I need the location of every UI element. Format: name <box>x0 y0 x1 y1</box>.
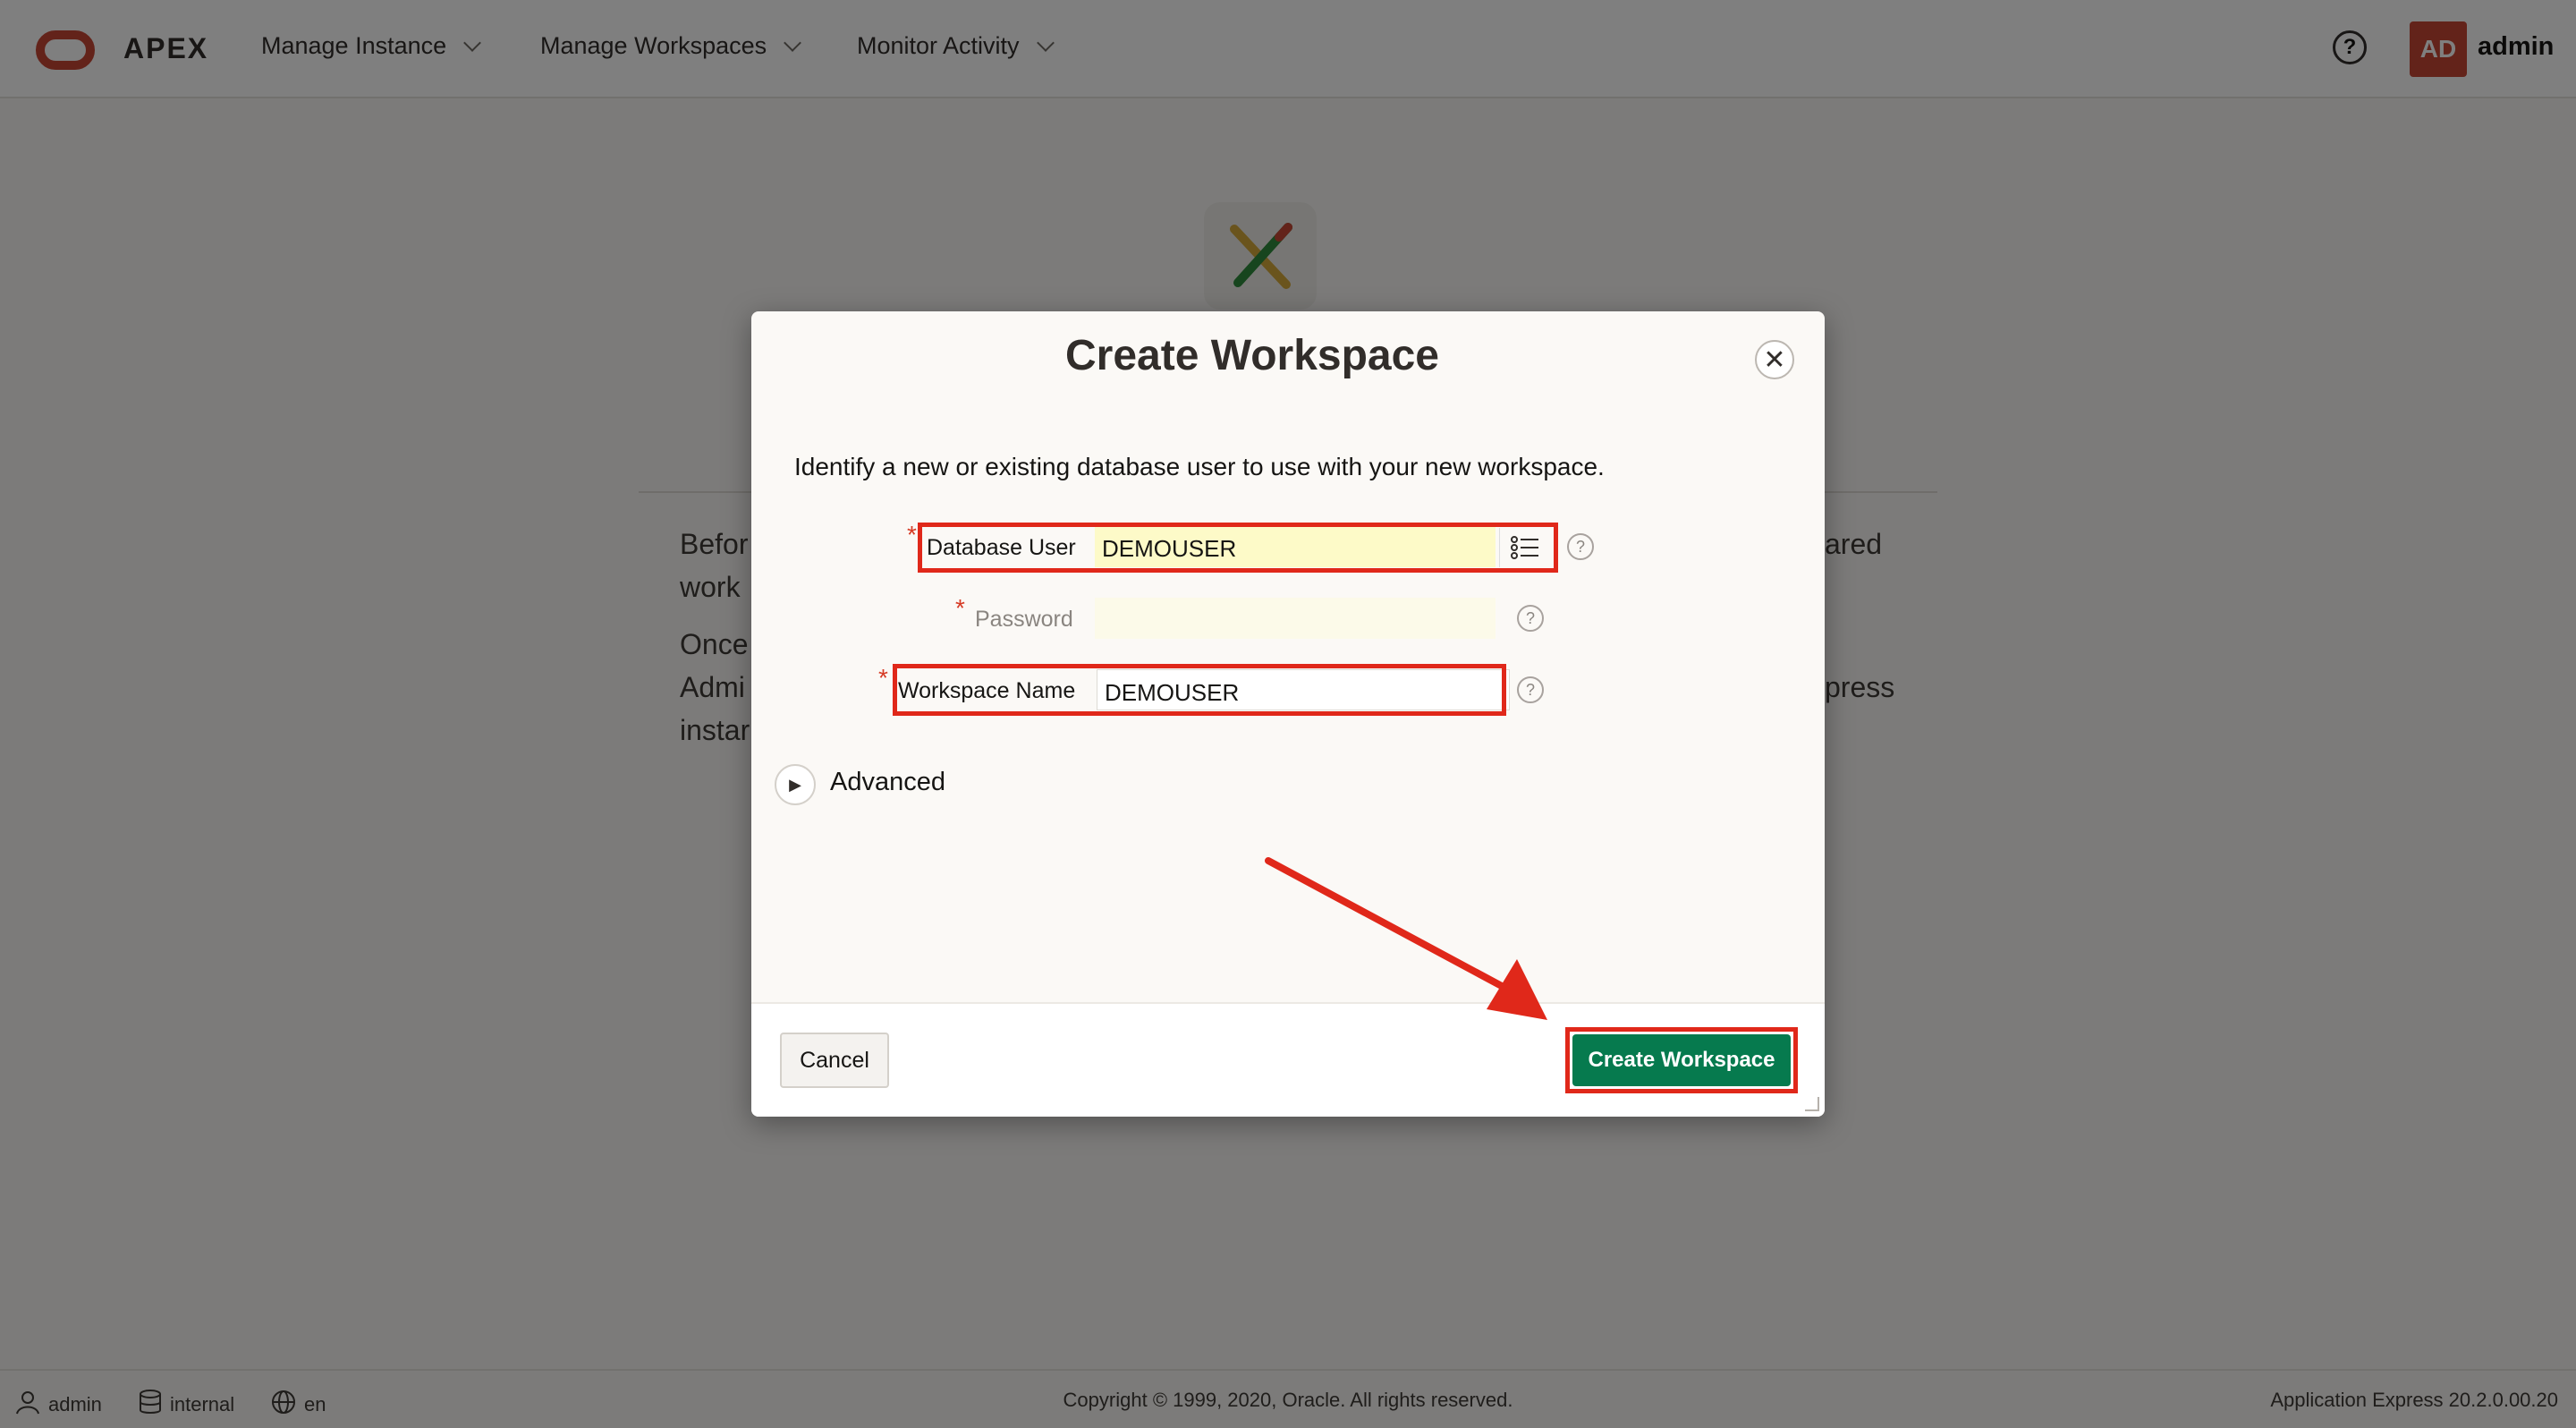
dialog-title: Create Workspace <box>1065 332 1439 379</box>
expand-triangle-icon[interactable]: ▶ <box>775 764 816 805</box>
dialog-intro-text: Identify a new or existing database user… <box>794 453 1605 480</box>
password-input[interactable] <box>1095 598 1496 639</box>
cancel-button[interactable]: Cancel <box>780 1033 889 1088</box>
database-user-highlight <box>918 523 1558 573</box>
resize-handle[interactable] <box>1805 1097 1819 1111</box>
annotation-arrow-icon <box>1265 857 1547 1020</box>
help-icon[interactable]: ? <box>1517 676 1544 703</box>
help-icon[interactable]: ? <box>1567 533 1594 560</box>
advanced-section-toggle[interactable]: Advanced <box>830 768 945 797</box>
workspace-name-highlight <box>893 664 1506 716</box>
help-icon[interactable]: ? <box>1517 605 1544 632</box>
required-marker: * <box>907 521 917 548</box>
close-icon[interactable]: ✕ <box>1755 340 1794 379</box>
required-marker: * <box>955 594 965 622</box>
required-marker: * <box>878 664 888 692</box>
create-button-highlight <box>1565 1027 1798 1093</box>
password-label: Password <box>975 607 1073 632</box>
